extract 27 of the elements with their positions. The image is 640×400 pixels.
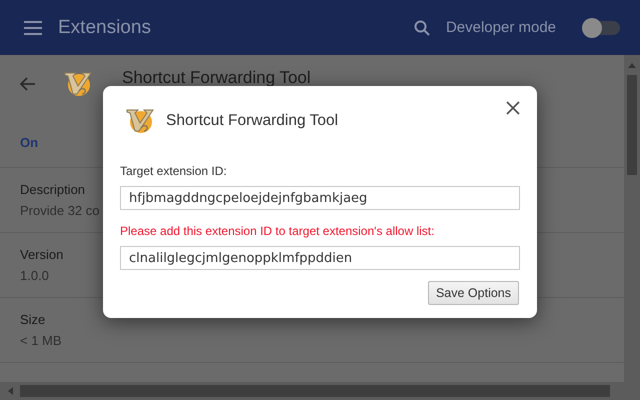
- back-icon[interactable]: [20, 77, 36, 91]
- menu-icon[interactable]: [24, 20, 42, 34]
- search-icon[interactable]: [414, 20, 430, 36]
- input-field[interactable]: hfjbmagddngcpeloejdejnfgbamkjaeg: [120, 186, 520, 210]
- extension-name: Shortcut Forwarding Tool: [122, 68, 311, 86]
- app-icon: [64, 72, 92, 96]
- dialog-title: Shortcut Forwarding Tool: [166, 112, 340, 130]
- section-label: Size: [20, 312, 46, 327]
- section-value: 1.0.0: [20, 268, 49, 283]
- section-label: Description: [20, 182, 86, 197]
- developer-mode-label: Developer mode: [446, 19, 556, 36]
- status-text: On: [20, 134, 38, 150]
- scrollbar-thumb[interactable]: [20, 385, 610, 397]
- scroll-left-icon[interactable]: [6, 386, 14, 396]
- save-options-button[interactable]: Save Options: [428, 281, 519, 305]
- page-title: Extensions: [58, 16, 152, 38]
- input-field[interactable]: clnalilglegcjmlgenoppklmfppddien: [120, 246, 520, 270]
- field-label: Target extension ID:: [120, 164, 228, 178]
- section-value: < 1 MB: [20, 333, 62, 348]
- scroll-up-icon[interactable]: [627, 61, 637, 69]
- section-value: Provide 32 co: [20, 203, 100, 218]
- scrollbar-thumb[interactable]: [627, 75, 637, 175]
- developer-mode-toggle[interactable]: [584, 20, 620, 34]
- warning-text: Please add this extension ID to target extension's allow list:: [120, 224, 436, 238]
- app-icon: [126, 110, 154, 133]
- section-label: Version: [20, 247, 64, 262]
- close-button[interactable]: [505, 100, 521, 116]
